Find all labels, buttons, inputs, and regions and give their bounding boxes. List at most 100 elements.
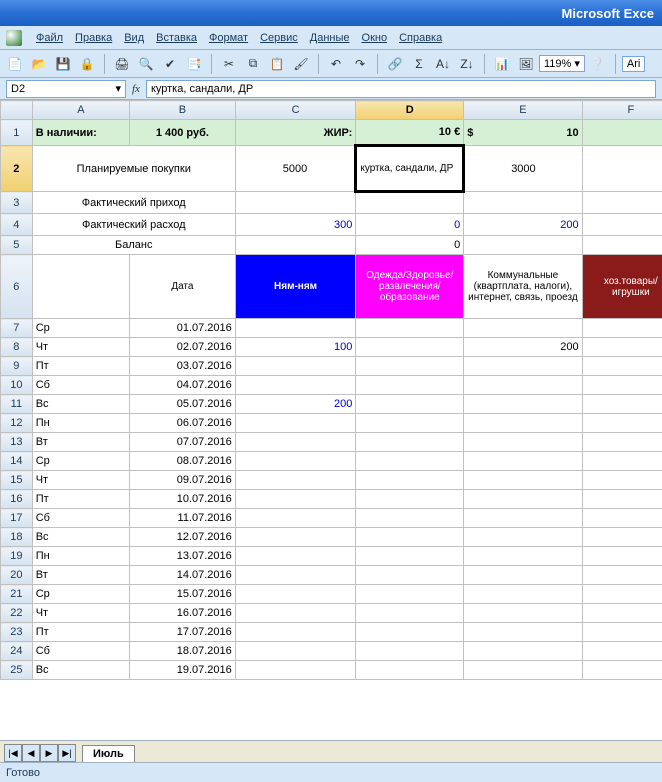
cell-C11[interactable]: 200	[235, 395, 356, 414]
cell-E3[interactable]	[464, 192, 582, 214]
row-header-25[interactable]: 25	[1, 661, 33, 680]
cell-F15[interactable]	[582, 471, 662, 490]
cell-A14[interactable]: Ср	[32, 452, 129, 471]
cell-A15[interactable]: Чт	[32, 471, 129, 490]
worksheet-grid[interactable]: A B C D E F 1 В наличии: 1 400 руб. ЖИР:…	[0, 100, 662, 740]
cell-E10[interactable]	[464, 376, 582, 395]
cell-B6[interactable]: Дата	[130, 255, 236, 319]
cell-C18[interactable]	[235, 528, 356, 547]
menu-format[interactable]: Формат	[203, 30, 254, 46]
sort-asc-icon[interactable]: A↓	[432, 53, 454, 75]
cell-F11[interactable]	[582, 395, 662, 414]
research-icon[interactable]: 📑	[183, 53, 205, 75]
cell-C19[interactable]	[235, 547, 356, 566]
cell-C20[interactable]	[235, 566, 356, 585]
col-header-C[interactable]: C	[235, 101, 356, 120]
redo-icon[interactable]: ↷	[349, 53, 371, 75]
cell-A10[interactable]: Сб	[32, 376, 129, 395]
cell-D24[interactable]	[356, 642, 464, 661]
row-header-6[interactable]: 6	[1, 255, 33, 319]
cell-E2[interactable]: 3000	[464, 146, 582, 192]
spellcheck-icon[interactable]: ✔	[159, 53, 181, 75]
cell-E22[interactable]	[464, 604, 582, 623]
cell-D8[interactable]	[356, 338, 464, 357]
row-header-14[interactable]: 14	[1, 452, 33, 471]
cell-F14[interactable]	[582, 452, 662, 471]
hyperlink-icon[interactable]: 🔗	[384, 53, 406, 75]
cell-C7[interactable]	[235, 319, 356, 338]
menu-window[interactable]: Окно	[356, 30, 394, 46]
row-header-2[interactable]: 2	[1, 146, 33, 192]
cell-B12[interactable]: 06.07.2016	[130, 414, 236, 433]
cell-F7[interactable]	[582, 319, 662, 338]
autosum-icon[interactable]: Σ	[408, 53, 430, 75]
sort-desc-icon[interactable]: Z↓	[456, 53, 478, 75]
cell-A17[interactable]: Сб	[32, 509, 129, 528]
cell-C1[interactable]: ЖИР:	[235, 120, 356, 146]
row-header-21[interactable]: 21	[1, 585, 33, 604]
cell-D11[interactable]	[356, 395, 464, 414]
cell-E9[interactable]	[464, 357, 582, 376]
open-icon[interactable]: 📂	[28, 53, 50, 75]
cell-B22[interactable]: 16.07.2016	[130, 604, 236, 623]
cell-F21[interactable]	[582, 585, 662, 604]
col-header-E[interactable]: E	[464, 101, 582, 120]
format-painter-icon[interactable]: 🖌	[290, 53, 312, 75]
cell-E15[interactable]	[464, 471, 582, 490]
cell-E24[interactable]	[464, 642, 582, 661]
cell-A18[interactable]: Вс	[32, 528, 129, 547]
cell-B14[interactable]: 08.07.2016	[130, 452, 236, 471]
preview-icon[interactable]: 🔍	[135, 53, 157, 75]
tab-prev-icon[interactable]: ◀	[22, 744, 40, 762]
menu-help[interactable]: Справка	[393, 30, 448, 46]
row-header-9[interactable]: 9	[1, 357, 33, 376]
cell-C24[interactable]	[235, 642, 356, 661]
cell-F23[interactable]	[582, 623, 662, 642]
cell-B8[interactable]: 02.07.2016	[130, 338, 236, 357]
cell-A21[interactable]: Ср	[32, 585, 129, 604]
cell-A23[interactable]: Пт	[32, 623, 129, 642]
cell-E11[interactable]	[464, 395, 582, 414]
cell-A20[interactable]: Вт	[32, 566, 129, 585]
cell-E23[interactable]	[464, 623, 582, 642]
cell-D19[interactable]	[356, 547, 464, 566]
cell-C3[interactable]	[235, 192, 356, 214]
row-header-12[interactable]: 12	[1, 414, 33, 433]
cell-D6[interactable]: Одежда/Здоровье/развлечения/образование	[356, 255, 464, 319]
cell-B11[interactable]: 05.07.2016	[130, 395, 236, 414]
cell-C12[interactable]	[235, 414, 356, 433]
permission-icon[interactable]: 🔒	[76, 53, 98, 75]
cell-D15[interactable]	[356, 471, 464, 490]
cell-B16[interactable]: 10.07.2016	[130, 490, 236, 509]
cell-C2[interactable]: 5000	[235, 146, 356, 192]
cell-B19[interactable]: 13.07.2016	[130, 547, 236, 566]
cell-F12[interactable]	[582, 414, 662, 433]
cell-F13[interactable]	[582, 433, 662, 452]
cell-C23[interactable]	[235, 623, 356, 642]
cell-E6[interactable]: Коммунальные (квартплата, налоги), интер…	[464, 255, 582, 319]
cell-D20[interactable]	[356, 566, 464, 585]
cell-C16[interactable]	[235, 490, 356, 509]
row-header-24[interactable]: 24	[1, 642, 33, 661]
cell-E1[interactable]: $10	[464, 120, 582, 146]
cell-D22[interactable]	[356, 604, 464, 623]
cell-C5[interactable]	[235, 236, 356, 255]
tab-first-icon[interactable]: |◀	[4, 744, 22, 762]
chart-icon[interactable]: 📊	[491, 53, 513, 75]
cell-B24[interactable]: 18.07.2016	[130, 642, 236, 661]
fx-icon[interactable]: fx	[132, 83, 140, 95]
cell-E4[interactable]: 200	[464, 214, 582, 236]
cell-D3[interactable]	[356, 192, 464, 214]
row-header-11[interactable]: 11	[1, 395, 33, 414]
row-header-1[interactable]: 1	[1, 120, 33, 146]
tab-last-icon[interactable]: ▶|	[58, 744, 76, 762]
cell-A1[interactable]: В наличии:	[32, 120, 129, 146]
cell-B20[interactable]: 14.07.2016	[130, 566, 236, 585]
row-header-18[interactable]: 18	[1, 528, 33, 547]
cell-F24[interactable]	[582, 642, 662, 661]
cell-A19[interactable]: Пн	[32, 547, 129, 566]
row-header-5[interactable]: 5	[1, 236, 33, 255]
sheet-tab-july[interactable]: Июль	[82, 745, 135, 762]
menu-tools[interactable]: Сервис	[254, 30, 304, 46]
help-icon[interactable]: ❔	[587, 53, 609, 75]
